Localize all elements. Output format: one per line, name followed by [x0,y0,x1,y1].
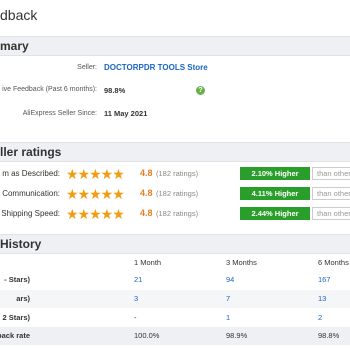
seller-name-link[interactable]: DOCTORPDR TOOLS Store [104,63,208,72]
history-cell: 100.0% [134,331,160,340]
history-cell-link[interactable]: 94 [226,275,234,284]
seller-label: Seller: [77,64,97,71]
history-cell-link[interactable]: 2 [318,313,322,322]
rating-score: 4.8 [140,168,153,178]
rating-count: (182 ratings) [156,189,199,198]
history-cell-link[interactable]: 21 [134,275,142,284]
compare-higher-badge: 2.10% Higher [240,167,310,180]
rating-count: (182 ratings) [156,169,199,178]
history-row-neutral: ars) 3 7 13 [0,290,350,308]
help-icon[interactable]: ? [196,86,205,95]
compare-text: than other [312,167,350,180]
history-row-feedback-rate: dback rate 100.0% 98.9% 98.8% [0,327,350,345]
compare-text: than other [312,187,350,200]
compare-text: than other [312,207,350,220]
history-cell-link[interactable]: 3 [134,294,138,303]
rating-score: 4.8 [140,188,153,198]
rating-label: Communication: [2,189,60,198]
rating-row-communication: Communication: ★★★★★ 4.8 (182 ratings) 4… [0,186,350,202]
history-cell-link[interactable]: 7 [226,294,230,303]
summary-section-header: mary [0,36,350,56]
history-row-label: 2 Stars) [2,313,30,322]
rating-count: (182 ratings) [156,209,199,218]
stars-icon: ★★★★★ [66,206,125,222]
positive-feedback-label: ive Feedback (Past 6 months): [2,86,97,93]
history-cell-link[interactable]: 167 [318,275,331,284]
compare-higher-badge: 4.11% Higher [240,187,310,200]
history-cell-link[interactable]: 1 [226,313,230,322]
seller-since-label: AliExpress Seller Since: [22,110,97,117]
stars-icon: ★★★★★ [66,166,125,182]
rating-label: m as Described: [2,169,60,178]
positive-feedback-value: 98.8% [104,86,126,95]
rating-row-described: m as Described: ★★★★★ 4.8 (182 ratings) … [0,166,350,182]
history-row-label: - Stars) [4,275,30,284]
seller-since-value: 11 May 2021 [104,109,148,118]
history-cell: 98.9% [226,331,248,340]
history-col-3-months: 3 Months [226,258,257,267]
rating-row-shipping: Shipping Speed: ★★★★★ 4.8 (182 ratings) … [0,206,350,222]
history-cell: - [134,313,137,322]
rating-label: Shipping Speed: [1,209,60,218]
history-row-label: dback rate [0,331,30,340]
history-row-positive: - Stars) 21 94 167 [0,271,350,289]
history-row-negative: 2 Stars) - 1 2 [0,309,350,327]
history-row-label: ars) [16,294,30,303]
history-cell-link[interactable]: 13 [318,294,326,303]
history-section-header: History [0,234,350,254]
history-col-1-month: 1 Month [134,258,162,267]
stars-icon: ★★★★★ [66,186,125,202]
page-title: dback [0,7,38,23]
history-cell: 98.8% [318,331,340,340]
history-col-6-months: 6 Months [318,258,349,267]
ratings-section-header: ller ratings [0,142,350,162]
rating-score: 4.8 [140,208,153,218]
compare-higher-badge: 2.44% Higher [240,207,310,220]
